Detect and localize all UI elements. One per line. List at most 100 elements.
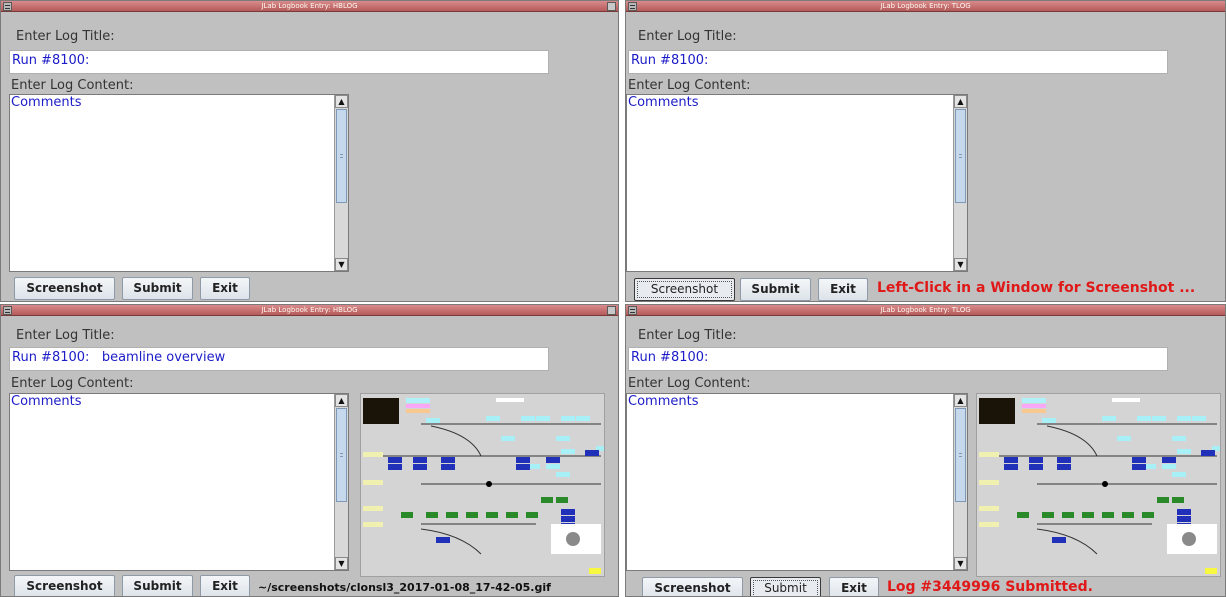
log-content-text: Comments	[628, 95, 699, 110]
thumbnail-block	[441, 457, 455, 463]
thumbnail-box	[426, 418, 440, 423]
thumbnail-block	[413, 464, 427, 470]
thumbnail-box	[1042, 418, 1056, 423]
arrow-up-icon[interactable]: ▲	[335, 394, 348, 407]
thumbnail-block	[1004, 457, 1018, 463]
thumbnail-block	[1042, 512, 1054, 518]
screenshot-thumbnail	[976, 393, 1221, 577]
window-title: JLab Logbook Entry: TLOG	[880, 2, 971, 10]
thumbnail-block	[1142, 512, 1154, 518]
window-titlebar[interactable]: JLab Logbook Entry: HBLOG	[1, 305, 618, 316]
thumbnail-box	[406, 404, 430, 408]
log-content-text: Comments	[11, 394, 82, 409]
screenshot-button[interactable]: Screenshot	[14, 575, 115, 596]
exit-button[interactable]: Exit	[818, 278, 868, 301]
thumbnail-block	[401, 512, 413, 518]
maximize-icon[interactable]	[607, 2, 616, 11]
thumbnail-target	[1102, 481, 1108, 487]
log-title-input[interactable]: Run #8100: beamline overview	[9, 347, 549, 371]
thumbnail-block	[413, 457, 427, 463]
arrow-down-icon[interactable]: ▼	[335, 557, 348, 570]
thumbnail-block	[1017, 512, 1029, 518]
arrow-up-icon[interactable]: ▲	[954, 95, 967, 108]
thumbnail-block	[446, 512, 458, 518]
thumbnail-box	[363, 506, 383, 511]
submit-button[interactable]: Submit	[750, 577, 821, 596]
log-content-textarea[interactable]: Comments	[626, 94, 968, 272]
arrow-up-icon[interactable]: ▲	[954, 394, 967, 407]
scrollbar-thumb[interactable]	[955, 109, 966, 203]
thumbnail-block	[1157, 497, 1169, 503]
thumbnail-block	[561, 516, 575, 522]
status-message: Left-Click in a Window for Screenshot ..…	[877, 280, 1196, 296]
thumbnail-box	[979, 452, 999, 457]
thumbnail-box	[1117, 436, 1131, 441]
thumbnail-block	[1201, 450, 1215, 456]
thumbnail-block	[1177, 509, 1191, 515]
thumbnail-box	[406, 409, 430, 413]
log-title-input[interactable]: Run #8100:	[628, 50, 1168, 74]
thumbnail-block	[585, 450, 599, 456]
log-title-input[interactable]: Run #8100:	[628, 347, 1168, 371]
logbook-window-hblog-top: JLab Logbook Entry: HBLOG Enter Log Titl…	[0, 0, 619, 302]
thumbnail-block	[1057, 464, 1071, 470]
log-content-label: Enter Log Content:	[628, 376, 751, 391]
screenshot-thumbnail	[360, 393, 605, 577]
submit-button[interactable]: Submit	[122, 575, 193, 596]
thumbnail-target	[486, 481, 492, 487]
content-scrollbar[interactable]: ▲ ▼	[334, 394, 348, 570]
thumbnail-box	[546, 464, 560, 469]
arrow-up-icon[interactable]: ▲	[335, 95, 348, 108]
arrow-down-icon[interactable]: ▼	[954, 557, 967, 570]
log-title-input[interactable]: Run #8100:	[9, 50, 549, 74]
screenshot-button[interactable]: Screenshot	[14, 277, 115, 300]
window-titlebar[interactable]: JLab Logbook Entry: TLOG	[626, 305, 1225, 316]
window-titlebar[interactable]: JLab Logbook Entry: TLOG	[626, 1, 1225, 12]
thumbnail-block	[546, 457, 560, 463]
thumbnail-box	[1022, 409, 1046, 413]
screenshot-button[interactable]: Screenshot	[642, 577, 743, 596]
maximize-icon[interactable]	[607, 306, 616, 315]
exit-button[interactable]: Exit	[200, 277, 250, 300]
thumbnail-block	[388, 457, 402, 463]
scrollbar-thumb[interactable]	[336, 109, 347, 203]
scrollbar-thumb[interactable]	[955, 408, 966, 502]
thumbnail-box	[496, 398, 524, 402]
thumbnail-box	[1162, 464, 1176, 469]
exit-button[interactable]: Exit	[200, 575, 250, 596]
thumbnail-box	[501, 436, 515, 441]
arrow-down-icon[interactable]: ▼	[954, 258, 967, 271]
window-titlebar[interactable]: JLab Logbook Entry: HBLOG	[1, 1, 618, 12]
scrollbar-thumb[interactable]	[336, 408, 347, 502]
thumbnail-box	[556, 436, 570, 441]
thumbnail-block	[1132, 464, 1146, 470]
thumbnail-block	[1172, 497, 1184, 503]
submit-button[interactable]: Submit	[122, 277, 193, 300]
thumbnail-block	[426, 512, 438, 518]
thumbnail-box	[1172, 472, 1186, 477]
arrow-down-icon[interactable]: ▼	[335, 258, 348, 271]
exit-button[interactable]: Exit	[829, 577, 879, 596]
log-content-textarea[interactable]: Comments	[9, 94, 349, 272]
screenshot-button[interactable]: Screenshot	[634, 278, 735, 301]
thumbnail-block	[526, 512, 538, 518]
content-scrollbar[interactable]: ▲ ▼	[334, 95, 348, 271]
log-content-textarea[interactable]: Comments	[9, 393, 349, 571]
content-scrollbar[interactable]: ▲ ▼	[953, 394, 967, 570]
thumbnail-box	[1137, 416, 1151, 421]
thumbnail-box	[979, 506, 999, 511]
thumbnail-block	[1029, 464, 1043, 470]
submit-button[interactable]: Submit	[740, 278, 811, 301]
log-content-label: Enter Log Content:	[11, 78, 134, 93]
thumbnail-box	[1192, 416, 1206, 421]
window-title: JLab Logbook Entry: HBLOG	[261, 306, 358, 314]
thumbnail-block	[1102, 512, 1114, 518]
log-content-textarea[interactable]: Comments	[626, 393, 968, 571]
thumbnail-block	[1029, 457, 1043, 463]
thumbnail-block	[466, 512, 478, 518]
log-content-label: Enter Log Content:	[628, 78, 751, 93]
thumbnail-magnet	[1182, 532, 1196, 546]
thumbnail-box	[536, 416, 550, 421]
content-scrollbar[interactable]: ▲ ▼	[953, 95, 967, 271]
thumbnail-block	[561, 509, 575, 515]
